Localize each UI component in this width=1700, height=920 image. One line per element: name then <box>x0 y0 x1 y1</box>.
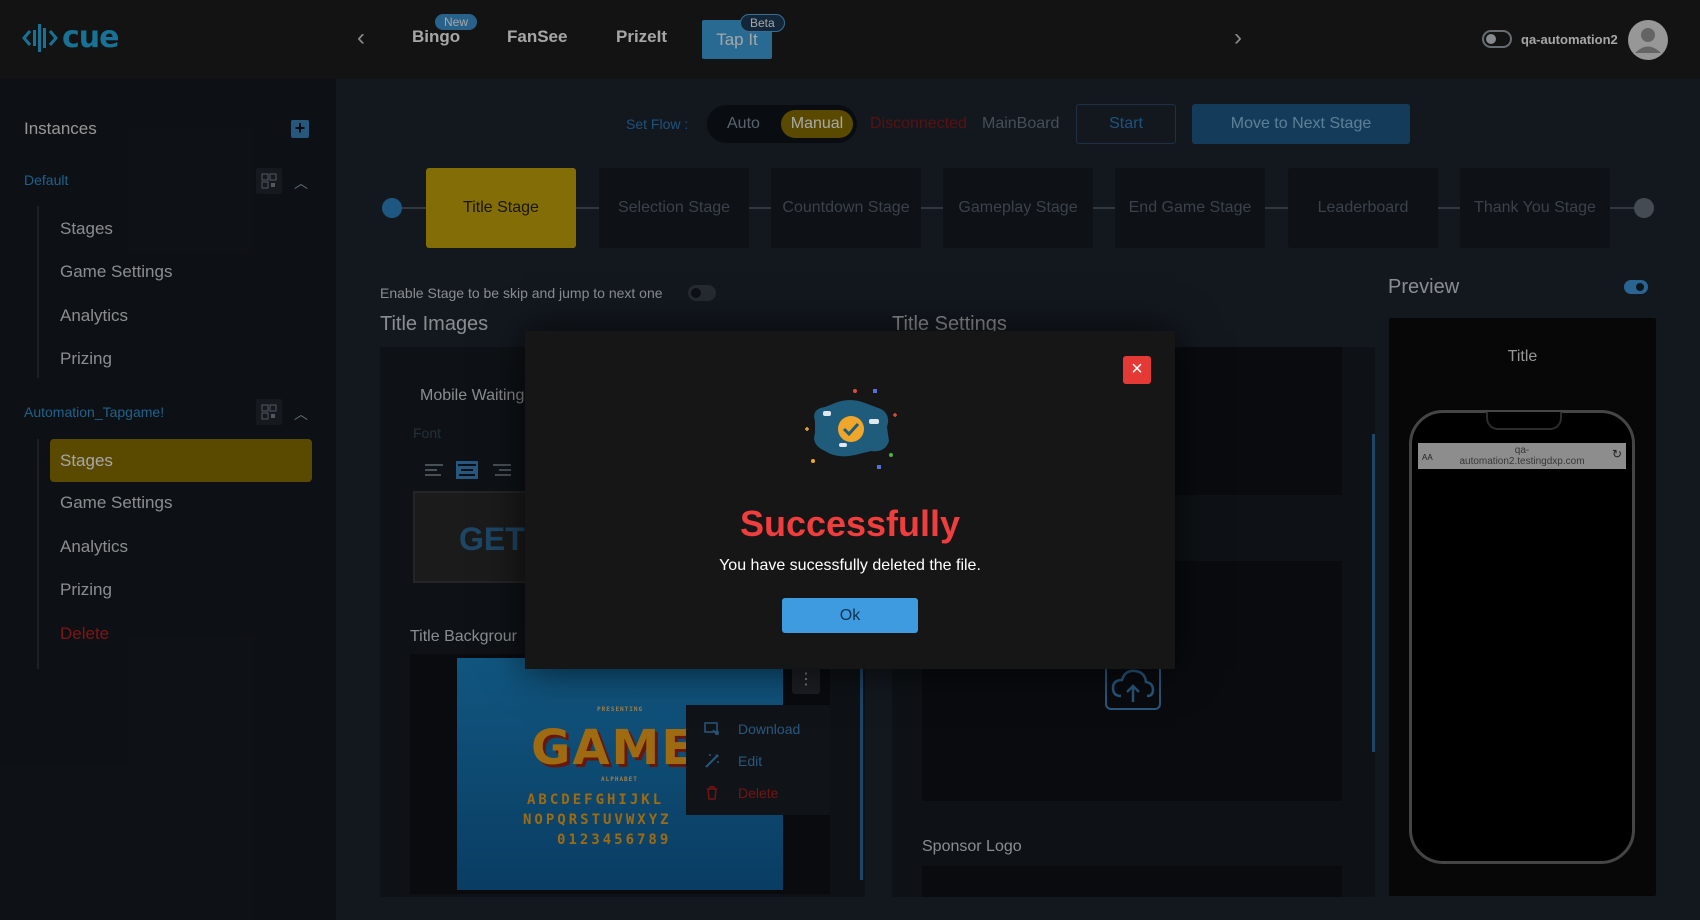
close-icon[interactable]: × <box>1123 356 1151 384</box>
close-glyph: × <box>1131 358 1143 380</box>
success-modal: × Successfully You have sucessfully dele… <box>525 331 1175 669</box>
success-illustration-icon <box>805 389 897 469</box>
modal-message: You have sucessfully deleted the file. <box>719 557 981 574</box>
ok-button[interactable]: Ok <box>782 598 918 633</box>
modal-title: Successfully <box>739 503 961 544</box>
